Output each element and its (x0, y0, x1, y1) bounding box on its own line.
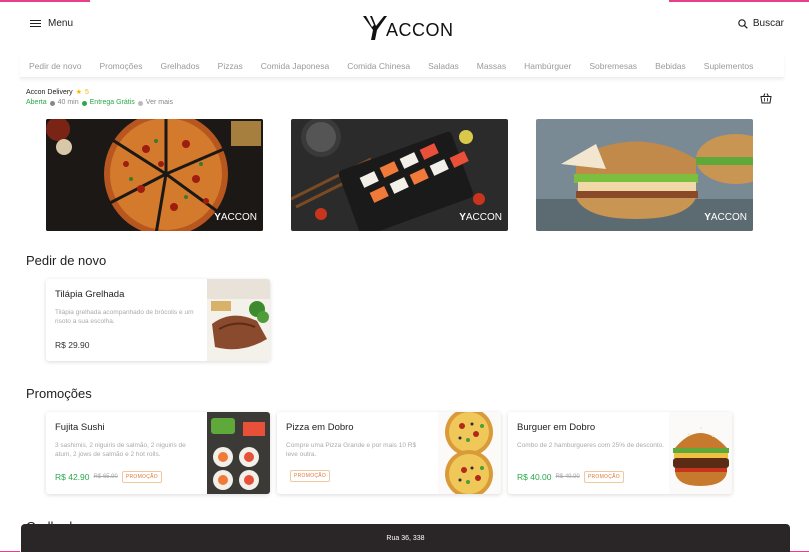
delivery-fee: Entrega Grátis (89, 99, 135, 106)
card-price: R$ 29.90 (55, 340, 90, 350)
category-tab[interactable]: Bebidas (646, 61, 695, 71)
pizza-image (438, 412, 501, 494)
category-tab[interactable]: Grelhados (151, 61, 208, 71)
promo-badge: PROMOÇÃO (121, 471, 162, 483)
card-title: Tilápia Grelhada (55, 289, 125, 300)
category-tab[interactable]: Suplementos (695, 61, 763, 71)
menu-label: Menu (48, 18, 74, 29)
category-tab[interactable]: Pedir de novo (20, 61, 90, 71)
top-accent-right (669, 0, 809, 2)
category-tab[interactable]: Sobremesas (580, 61, 646, 71)
promo-badge: PROMOÇÃO (583, 471, 624, 483)
card-description: Tilápia grelhada acompanhado de brócolis… (55, 309, 194, 325)
category-tab[interactable]: Hambúrguer (515, 61, 580, 71)
card-price: R$ 40.00 (517, 472, 552, 482)
store-rating: 5 (84, 89, 89, 96)
sushi-image (207, 412, 270, 494)
card-price: R$ 42.90 (55, 472, 90, 482)
burger-image (669, 412, 732, 494)
sushi-banner[interactable]: Y ACCON (291, 119, 508, 231)
promo-card[interactable]: Burguer em Dobro Combo de 2 hamburgueres… (508, 412, 732, 494)
menu-button[interactable]: Menu (30, 18, 73, 29)
search-label: Buscar (752, 18, 784, 29)
promo-card[interactable]: Pizza em Dobro Compre uma Pizza Grande e… (277, 412, 501, 494)
info-dot-icon (137, 100, 143, 106)
clock-dot-icon (49, 100, 55, 106)
see-more-link[interactable]: Ver mais (146, 98, 173, 108)
card-title: Pizza em Dobro (286, 422, 354, 433)
banner-logo: Y ACCON (459, 212, 502, 223)
card-description: Combo de 2 hamburgueres com 25% de desco… (517, 442, 665, 449)
store-info: Accon Delivery ★ 5 Aberta 40 min Entrega… (26, 88, 173, 108)
banner-logo: Y ACCON (214, 212, 257, 223)
category-tab[interactable]: Saladas (419, 61, 468, 71)
sandwich-banner[interactable]: Y ACCON (536, 119, 753, 231)
promo-card[interactable]: Fujita Sushi 3 sashimis, 2 niguiris de s… (46, 412, 270, 494)
tilapia-image (207, 279, 270, 361)
banner-logo: Y ACCON (704, 212, 747, 223)
category-tab[interactable]: Comida Japonesa (252, 61, 339, 71)
card-title: Fujita Sushi (55, 422, 105, 433)
delivery-dot-icon (81, 100, 87, 106)
basket-icon[interactable] (760, 92, 772, 104)
pizza-banner[interactable]: Y ACCON (46, 119, 263, 231)
card-description: Compre uma Pizza Grande e por mais 10 R$… (286, 442, 417, 458)
promo-badge: PROMOÇÃO (290, 470, 331, 482)
card-description: 3 sashimis, 2 niguiris de salmão, 2 nigu… (55, 442, 186, 458)
star-icon: ★ (75, 89, 82, 96)
store-name: Accon Delivery (26, 89, 73, 96)
card-old-price: R$ 65.90 (93, 474, 118, 480)
header: Menu ACCON Buscar (0, 10, 809, 44)
store-status: Aberta (26, 99, 47, 106)
card-old-price: R$ 49.90 (555, 474, 580, 480)
logo[interactable]: ACCON (362, 10, 454, 40)
address-bar[interactable]: Rua 36, 338 (21, 524, 790, 552)
search-icon (738, 18, 748, 29)
address-text: Rua 36, 338 (386, 534, 425, 542)
category-tab[interactable]: Promoções (90, 61, 151, 71)
delivery-time: 40 min (57, 99, 79, 106)
category-bar: Pedir de novo Promoções Grelhados Pizzas… (20, 54, 784, 78)
category-tab[interactable]: Comida Chinesa (338, 61, 419, 71)
category-tab[interactable]: Pizzas (209, 61, 252, 71)
logo-y-icon (363, 16, 387, 40)
section-title-reorder: Pedir de novo (26, 253, 107, 268)
section-title-promos: Promoções (26, 386, 92, 401)
category-tab[interactable]: Massas (468, 61, 515, 71)
card-title: Burguer em Dobro (517, 422, 596, 433)
search-button[interactable]: Buscar (738, 18, 784, 29)
logo-text: ACCON (386, 20, 454, 40)
top-accent-left (0, 0, 90, 2)
hamburger-icon (30, 19, 41, 28)
reorder-card[interactable]: Tilápia Grelhada Tilápia grelhada acompa… (46, 279, 270, 361)
